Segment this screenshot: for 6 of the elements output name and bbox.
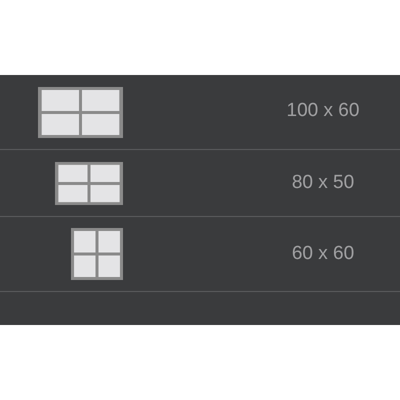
size-label: 80 x 50 <box>290 172 356 194</box>
size-label: 100 x 60 <box>286 100 360 122</box>
window-grid-icon <box>38 86 123 138</box>
window-grid-icon <box>71 228 123 280</box>
window-grid-icon <box>55 162 123 204</box>
size-label: 60 x 60 <box>290 243 356 265</box>
